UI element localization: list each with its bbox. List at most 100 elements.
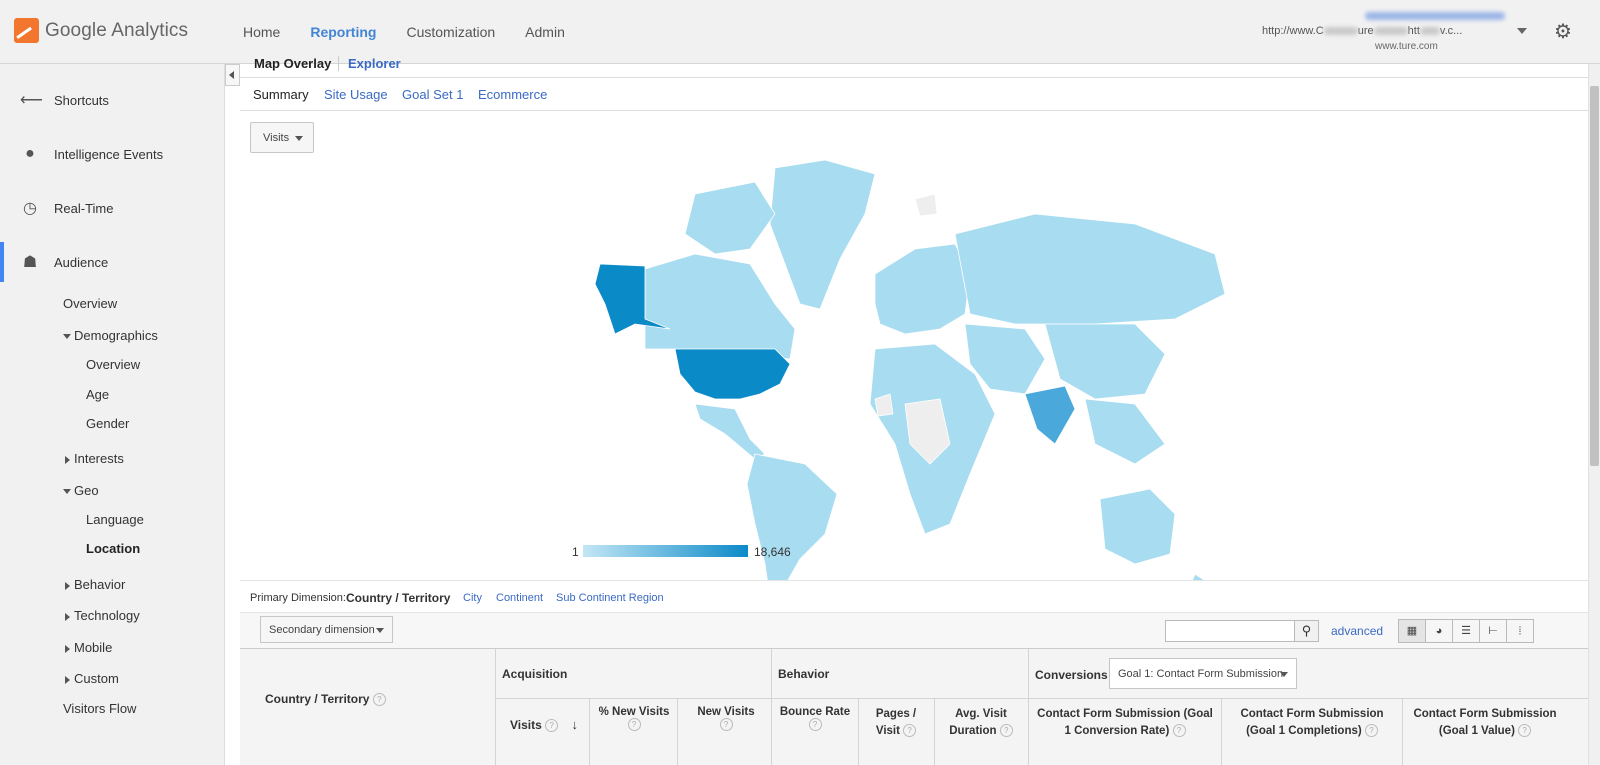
nav-customization[interactable]: Customization: [406, 24, 495, 40]
tab-goal-set-1[interactable]: Goal Set 1: [402, 87, 463, 102]
primary-dimension-label: Primary Dimension:: [250, 592, 346, 604]
pivot-view-icon[interactable]: ⦙: [1506, 619, 1534, 643]
map-region-south-america: [746, 453, 838, 600]
sidebar-item-shortcuts[interactable]: ⟵ Shortcuts: [0, 80, 225, 120]
sidebar-item-real-time[interactable]: ◷ Real-Time: [0, 188, 225, 228]
analytics-logo-icon: [14, 18, 39, 43]
sidebar-item-mobile[interactable]: Mobile: [65, 640, 112, 655]
sidebar-item-age[interactable]: Age: [86, 387, 109, 402]
nav-reporting[interactable]: Reporting: [310, 24, 376, 40]
collapse-sidebar-button[interactable]: [225, 64, 240, 86]
help-icon[interactable]: ?: [719, 718, 733, 731]
sidebar-item-language[interactable]: Language: [86, 512, 144, 527]
map-region-europe: [874, 243, 971, 335]
people-icon: ☗: [22, 254, 38, 271]
account-url[interactable]: http://www.C ure htt v.c...: [1262, 25, 1462, 37]
advanced-filter-link[interactable]: advanced: [1331, 624, 1383, 638]
col-pages-per-visit[interactable]: Pages / Visit ?: [860, 706, 932, 740]
col-goal1-conversion-rate[interactable]: Contact Form Submission (Goal 1 Conversio…: [1031, 706, 1219, 740]
sidebar-item-geo[interactable]: Geo: [63, 483, 99, 498]
sidebar-item-behavior[interactable]: Behavior: [65, 577, 125, 592]
sidebar-item-gender[interactable]: Gender: [86, 416, 129, 431]
pie-view-icon[interactable]: ◕: [1425, 619, 1453, 643]
dimension-country: Country / Territory: [346, 591, 451, 605]
account-dropdown-icon[interactable]: [1517, 28, 1527, 34]
col-avg-visit-duration[interactable]: Avg. Visit Duration ?: [936, 706, 1026, 740]
table-controls: Secondary dimension ⚲ advanced ▦ ◕ ☰ ⊢ ⦙: [240, 612, 1588, 648]
tab-map-overlay[interactable]: Map Overlay: [254, 56, 340, 71]
col-bounce-rate[interactable]: Bounce Rate?: [774, 706, 856, 731]
goal-selector-dropdown[interactable]: Goal 1: Contact Form Submission: [1109, 658, 1297, 689]
dimension-continent[interactable]: Continent: [496, 592, 543, 604]
col-pct-new-visits[interactable]: % New Visits?: [596, 706, 672, 731]
gear-icon[interactable]: ⚙: [1554, 22, 1574, 42]
help-icon[interactable]: ?: [1364, 724, 1378, 738]
map-region-australia: [1099, 488, 1176, 565]
sidebar: ⟵ Shortcuts ● Intelligence Events ◷ Real…: [0, 64, 225, 765]
collapsed-icon: [65, 644, 70, 653]
col-goal1-completions[interactable]: Contact Form Submission (Goal 1 Completio…: [1224, 706, 1400, 740]
sidebar-item-interests[interactable]: Interests: [65, 451, 124, 466]
tab-ecommerce[interactable]: Ecommerce: [478, 87, 547, 102]
map-region-india: [1024, 385, 1076, 445]
google-analytics-logo[interactable]: Google Analytics: [14, 18, 188, 43]
dimension-sub-continent[interactable]: Sub Continent Region: [556, 592, 664, 604]
scrollbar-thumb[interactable]: [1590, 86, 1599, 466]
top-nav: Home Reporting Customization Admin: [243, 24, 595, 40]
legend-max-value: 18,646: [754, 545, 791, 559]
report-main: Map Overlay Explorer Summary Site Usage …: [240, 56, 1588, 765]
expanded-icon: [63, 489, 71, 495]
sidebar-item-overview[interactable]: Overview: [63, 296, 117, 311]
sort-desc-icon[interactable]: ↓: [572, 717, 579, 732]
expanded-icon: [63, 334, 71, 340]
nav-admin[interactable]: Admin: [525, 24, 565, 40]
table-search-input[interactable]: [1165, 620, 1295, 642]
lightbulb-icon: ●: [25, 145, 35, 162]
performance-view-icon[interactable]: ☰: [1452, 619, 1480, 643]
help-icon[interactable]: ?: [808, 718, 822, 731]
sidebar-item-technology[interactable]: Technology: [65, 608, 140, 623]
map-region-canada-islands: [684, 181, 776, 255]
help-icon[interactable]: ?: [1518, 724, 1532, 738]
metric-dropdown[interactable]: Visits: [250, 122, 314, 153]
group-behavior: Behavior: [778, 667, 830, 681]
tab-explorer[interactable]: Explorer: [348, 56, 401, 71]
help-icon[interactable]: ?: [627, 718, 641, 731]
data-table-view-icon[interactable]: ▦: [1398, 619, 1426, 643]
help-icon[interactable]: ?: [999, 724, 1013, 738]
help-icon[interactable]: ?: [545, 719, 559, 733]
shortcuts-icon: ⟵: [20, 92, 43, 109]
help-icon[interactable]: ?: [903, 724, 917, 738]
secondary-dimension-dropdown[interactable]: Secondary dimension: [260, 616, 393, 643]
nav-home[interactable]: Home: [243, 24, 280, 40]
sidebar-item-demographics[interactable]: Demographics: [63, 328, 158, 343]
top-bar: Google Analytics Home Reporting Customiz…: [0, 0, 1600, 64]
help-icon[interactable]: ?: [372, 693, 386, 707]
map-region-no-data-svalbard: [914, 193, 938, 217]
col-new-visits[interactable]: New Visits?: [680, 706, 772, 731]
tab-site-usage[interactable]: Site Usage: [324, 87, 388, 102]
group-acquisition: Acquisition: [502, 667, 568, 681]
map-region-central-america: [694, 403, 766, 460]
map-region-southeast-asia: [1084, 398, 1166, 465]
table-view-buttons: ▦ ◕ ☰ ⊢ ⦙: [1398, 619, 1534, 643]
dimension-city[interactable]: City: [463, 592, 482, 604]
search-icon[interactable]: ⚲: [1294, 620, 1319, 642]
col-goal1-value[interactable]: Contact Form Submission (Goal 1 Value) ?: [1404, 706, 1566, 740]
sidebar-item-visitors-flow[interactable]: Visitors Flow: [63, 701, 136, 716]
col-country[interactable]: Country / Territory ?: [265, 692, 386, 707]
legend-min-value: 1: [572, 545, 579, 559]
sidebar-item-location[interactable]: Location: [86, 541, 140, 556]
comparison-view-icon[interactable]: ⊢: [1479, 619, 1507, 643]
sidebar-item-intelligence-events[interactable]: ● Intelligence Events: [0, 134, 225, 174]
tab-summary[interactable]: Summary: [253, 87, 309, 102]
vertical-scrollbar[interactable]: [1588, 64, 1600, 765]
collapsed-icon: [65, 455, 70, 464]
logo-text: Google Analytics: [45, 19, 189, 41]
clock-icon: ◷: [23, 200, 37, 217]
col-visits[interactable]: Visits ? ↓: [510, 717, 579, 733]
sidebar-item-audience[interactable]: ☗ Audience: [0, 242, 225, 282]
help-icon[interactable]: ?: [1172, 724, 1186, 738]
sidebar-item-custom[interactable]: Custom: [65, 671, 119, 686]
sidebar-item-demographics-overview[interactable]: Overview: [86, 357, 140, 372]
